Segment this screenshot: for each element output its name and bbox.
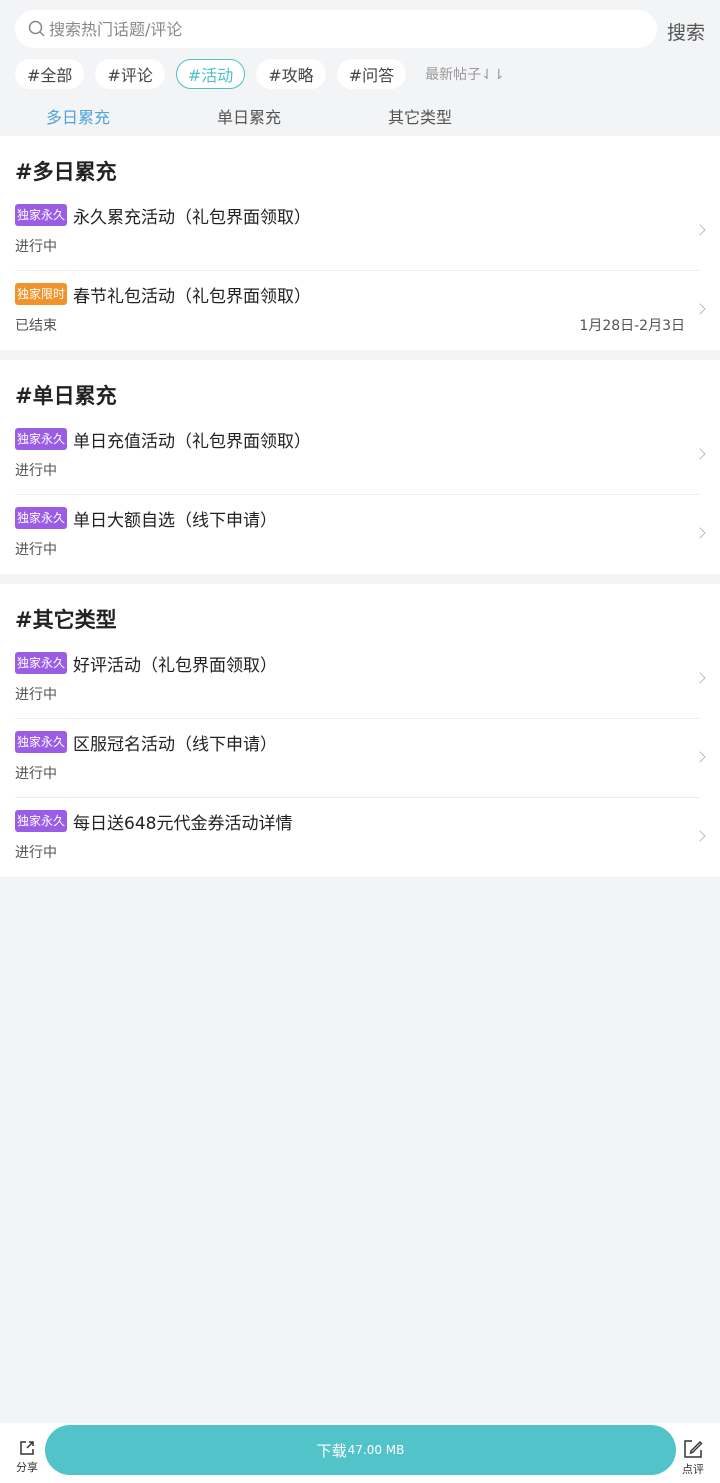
- item-title: 单日大额自选（线下申请）: [73, 510, 278, 531]
- item-title: 永久累充活动（礼包界面领取）: [73, 207, 312, 228]
- tag-badge: 独家永久: [15, 204, 68, 226]
- chip-comment[interactable]: #评论: [95, 59, 165, 89]
- section-other: #其它类型 独家永久 好评活动（礼包界面领取） 进行中 独家永久 区服冠名活动（…: [0, 584, 720, 877]
- item-status: 进行中: [15, 766, 57, 782]
- topic-chips: #全部 #评论 #活动 #攻略 #问答 最新帖子⇃⇂: [15, 59, 505, 89]
- bottom-bar: 分享 下载 47.00 MB 点评: [0, 1423, 720, 1483]
- sub-tabs: 多日累充 单日累充 其它类型: [0, 104, 720, 128]
- review-label: 点评: [682, 1463, 704, 1476]
- section-single-day: #单日累充 独家永久 单日充值活动（礼包界面领取） 进行中 独家永久 单日大额自…: [0, 360, 720, 574]
- list-item[interactable]: 独家永久 单日大额自选（线下申请） 进行中: [15, 495, 706, 574]
- section-multi-day: #多日累充 独家永久 永久累充活动（礼包界面领取） 进行中 独家限时 春节礼包活…: [0, 136, 720, 350]
- tag-badge: 独家永久: [15, 428, 68, 450]
- list-item[interactable]: 独家永久 好评活动（礼包界面领取） 进行中: [15, 640, 706, 719]
- share-icon: [20, 1441, 34, 1455]
- item-title: 单日充值活动（礼包界面领取）: [73, 431, 312, 452]
- list-item[interactable]: 独家永久 区服冠名活动（线下申请） 进行中: [15, 719, 706, 798]
- section-title: #多日累充: [15, 160, 117, 184]
- list-item[interactable]: 独家永久 单日充值活动（礼包界面领取） 进行中: [15, 416, 706, 495]
- sort-latest-posts[interactable]: 最新帖子⇃⇂: [425, 64, 504, 84]
- share-label: 分享: [16, 1461, 38, 1474]
- search-box[interactable]: [15, 10, 657, 48]
- chip-activity[interactable]: #活动: [175, 59, 246, 89]
- download-button[interactable]: 下载 47.00 MB: [45, 1425, 676, 1475]
- item-date: 1月28日-2月3日: [579, 318, 685, 334]
- item-status: 进行中: [15, 687, 57, 703]
- chip-qa[interactable]: #问答: [336, 59, 407, 89]
- item-status: 进行中: [15, 542, 57, 558]
- list-item[interactable]: 独家永久 每日送648元代金券活动详情 进行中: [15, 798, 706, 877]
- search-button[interactable]: 搜索: [667, 18, 705, 45]
- tab-single-day[interactable]: 单日累充: [217, 104, 281, 128]
- edit-icon: [684, 1440, 703, 1458]
- item-title: 每日送648元代金券活动详情: [73, 813, 293, 834]
- share-button[interactable]: 分享: [12, 1438, 42, 1475]
- item-status: 进行中: [15, 845, 57, 861]
- chip-guide[interactable]: #攻略: [256, 59, 326, 89]
- list-item[interactable]: 独家限时 春节礼包活动（礼包界面领取） 已结束 1月28日-2月3日: [15, 271, 706, 350]
- tag-badge: 独家永久: [15, 652, 68, 674]
- list-item[interactable]: 独家永久 永久累充活动（礼包界面领取） 进行中: [15, 192, 706, 271]
- item-title: 好评活动（礼包界面领取）: [73, 655, 278, 676]
- download-label: 下载: [316, 1441, 347, 1460]
- item-title: 区服冠名活动（线下申请）: [73, 734, 278, 755]
- tab-multi-day[interactable]: 多日累充: [46, 104, 110, 128]
- tag-badge: 独家永久: [15, 810, 68, 832]
- download-size: 47.00 MB: [347, 1443, 405, 1457]
- item-status: 进行中: [15, 239, 57, 255]
- section-title: #其它类型: [15, 608, 117, 632]
- tag-badge: 独家永久: [15, 507, 68, 529]
- chip-all[interactable]: #全部: [15, 59, 85, 89]
- tag-badge: 独家永久: [15, 731, 68, 753]
- review-button[interactable]: 点评: [678, 1438, 708, 1477]
- search-icon: [28, 20, 45, 37]
- tag-badge: 独家限时: [15, 283, 68, 305]
- tab-other[interactable]: 其它类型: [388, 104, 452, 128]
- section-title: #单日累充: [15, 384, 117, 408]
- item-title: 春节礼包活动（礼包界面领取）: [73, 286, 312, 307]
- top-area: 搜索 #全部 #评论 #活动 #攻略 #问答 最新帖子⇃⇂ 多日累充 单日累充 …: [0, 0, 720, 136]
- item-status: 进行中: [15, 463, 57, 479]
- search-input[interactable]: [49, 19, 609, 39]
